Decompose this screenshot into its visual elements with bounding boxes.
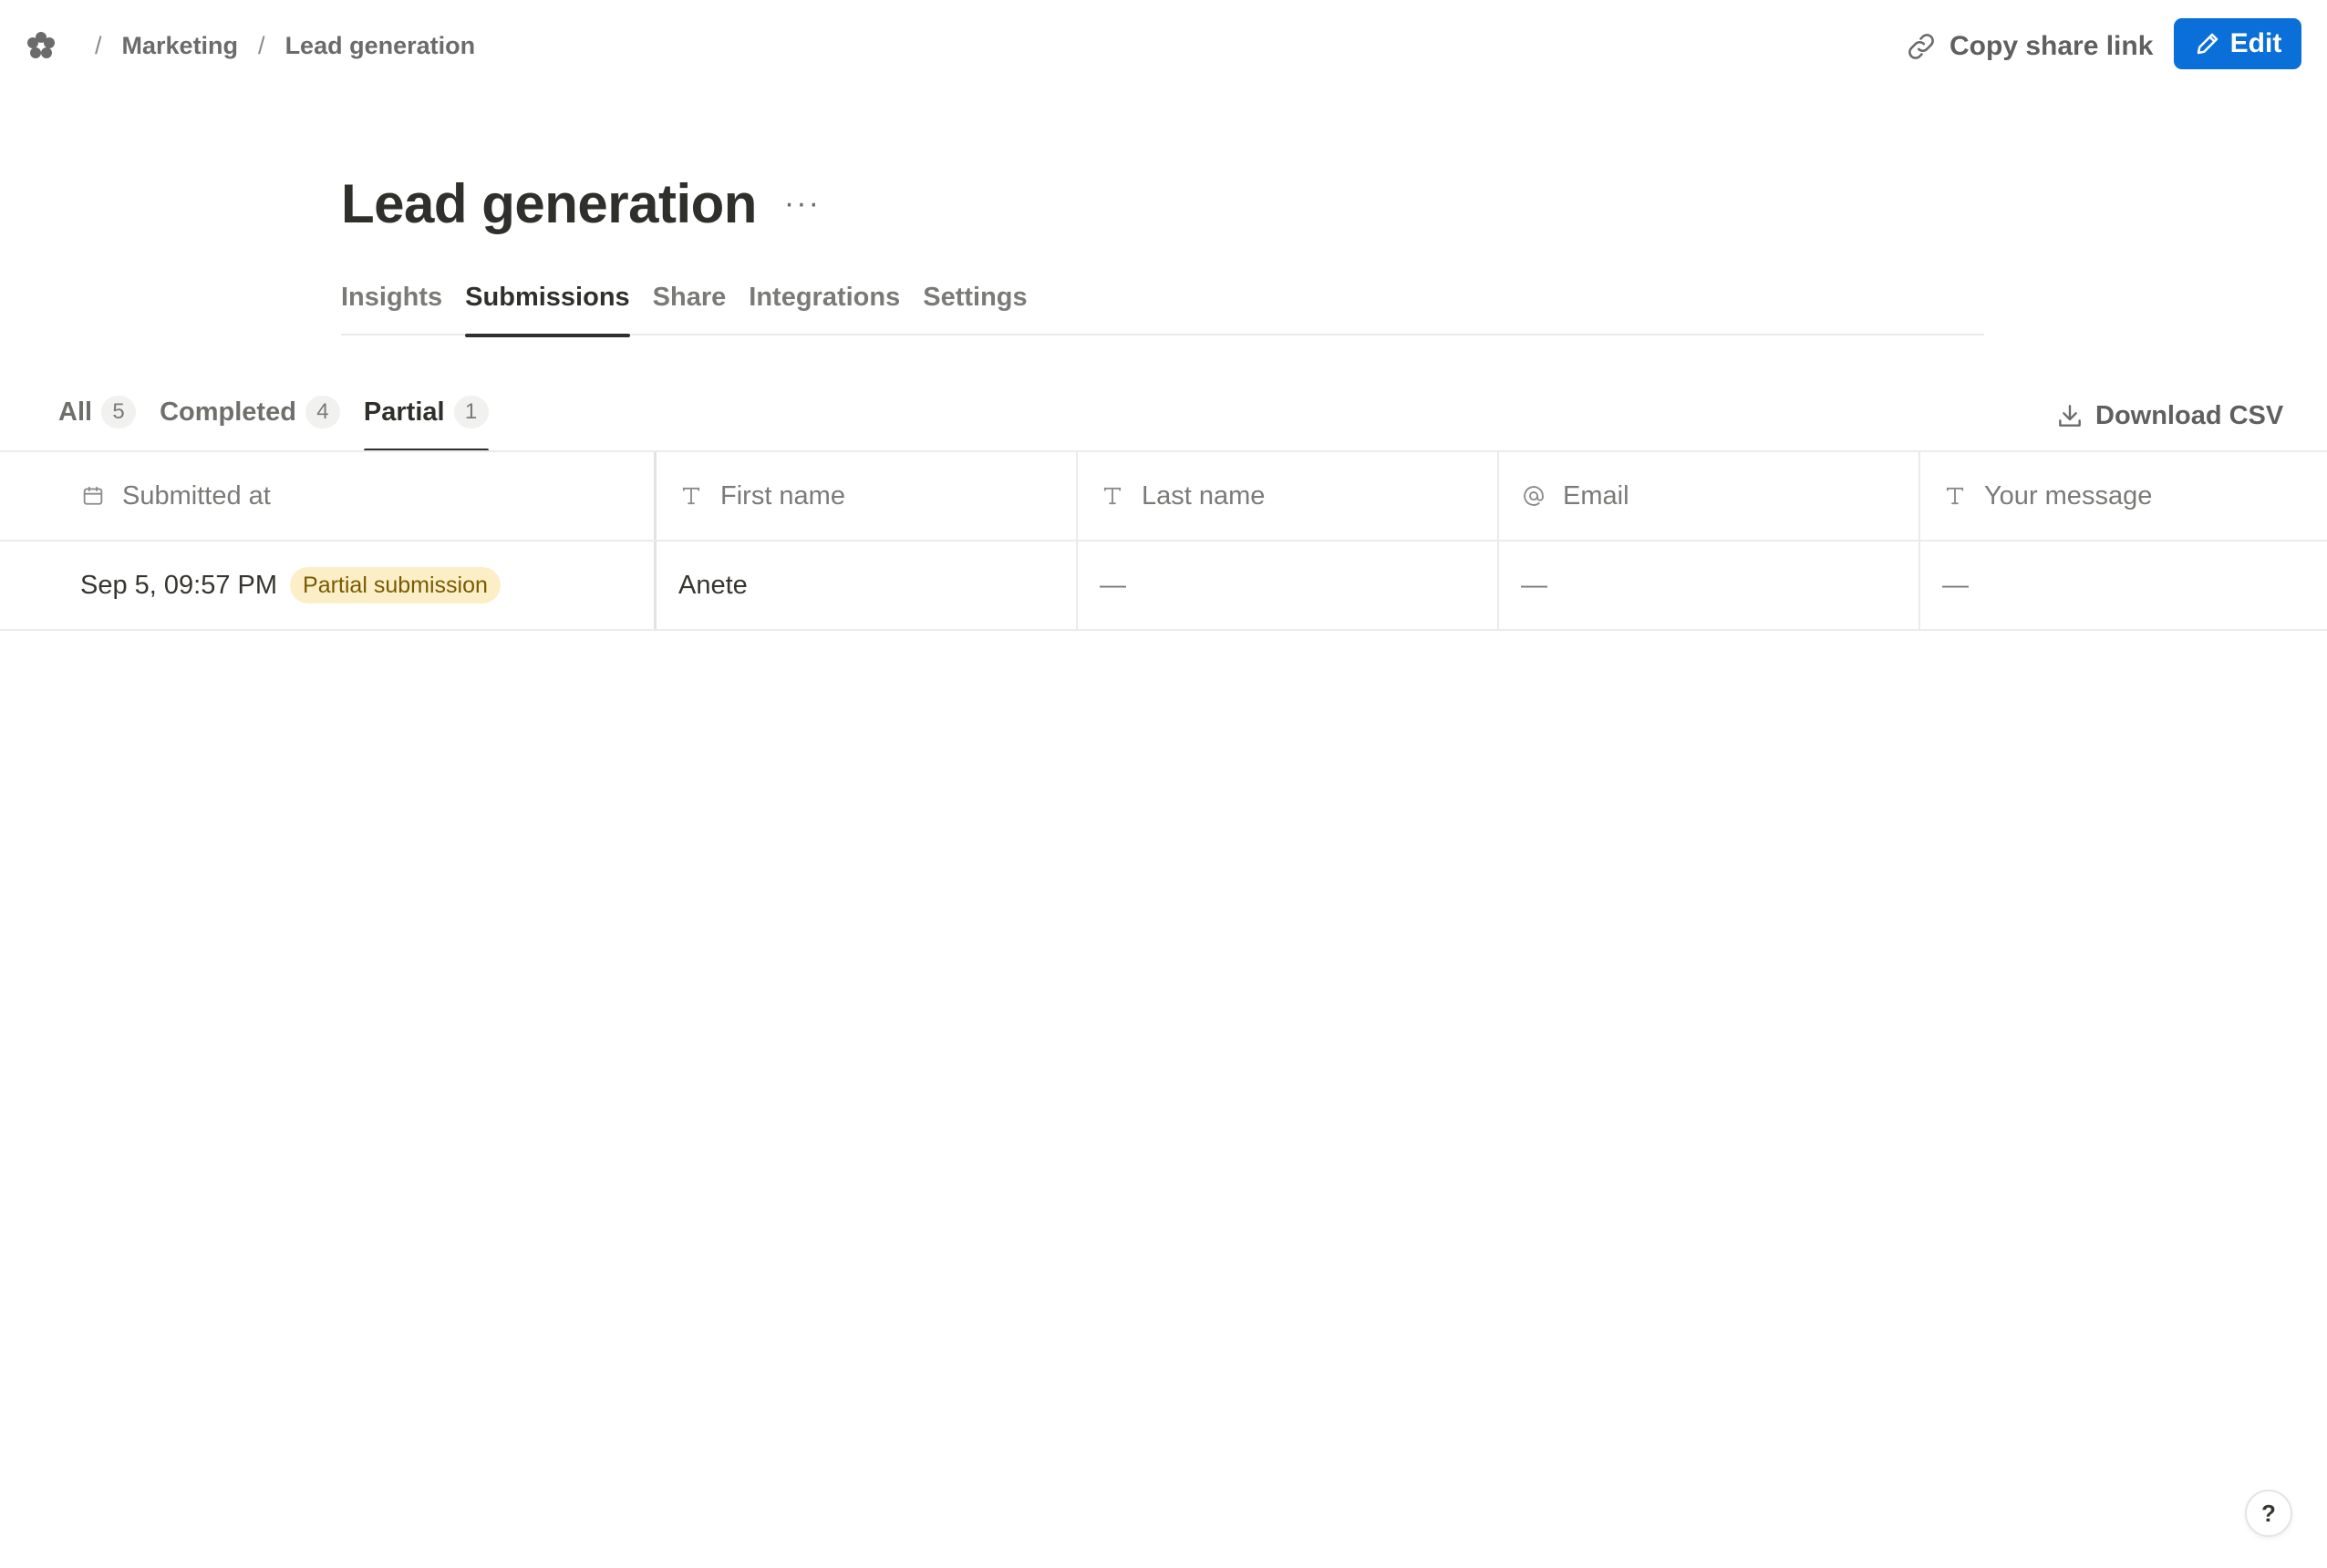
breadcrumb-lead-generation[interactable]: Lead generation: [285, 32, 476, 60]
count-badge: 5: [101, 396, 137, 428]
form-header: Lead generation ···: [341, 170, 821, 237]
edit-button[interactable]: Edit: [2174, 18, 2301, 69]
pencil-icon: [2197, 33, 2218, 55]
main-tabs: Insights Submissions Share Integrations …: [341, 273, 1984, 337]
column-header-label: Email: [1563, 480, 1629, 511]
page-title: Lead generation: [341, 172, 757, 234]
tab-share[interactable]: Share: [653, 273, 727, 335]
top-bar: / Marketing / Lead generation Copy share…: [0, 0, 2327, 89]
text-type-icon: [1946, 487, 1964, 505]
table-row[interactable]: Sep 5, 09:57 PM Partial submission Anete…: [0, 542, 2327, 631]
column-header-label: Your message: [1984, 480, 2153, 511]
download-csv-label: Download CSV: [2095, 400, 2284, 430]
breadcrumb: / Marketing / Lead generation: [26, 26, 475, 66]
first-name-value: Anete: [678, 570, 748, 600]
column-header-label: Last name: [1142, 480, 1266, 511]
cell-first-name[interactable]: Anete: [657, 542, 1078, 629]
filter-tab-label: All: [58, 397, 93, 427]
count-badge: 4: [305, 396, 340, 428]
link-icon: [1908, 34, 1934, 59]
copy-share-link-button[interactable]: Copy share link: [1906, 24, 2153, 69]
copy-share-link-label: Copy share link: [1950, 31, 2154, 61]
cell-submitted-at[interactable]: Sep 5, 09:57 PM Partial submission: [0, 542, 657, 629]
more-options-icon[interactable]: ···: [784, 186, 821, 222]
download-icon: [2059, 405, 2081, 427]
page: / Marketing / Lead generation Copy share…: [0, 0, 2327, 1568]
column-header-email[interactable]: Email: [1499, 452, 1920, 540]
cell-last-name[interactable]: —: [1078, 542, 1499, 629]
at-sign-icon: [1524, 486, 1544, 506]
cell-email[interactable]: —: [1499, 542, 1920, 629]
download-csv-button[interactable]: Download CSV: [2055, 396, 2283, 436]
column-header-submitted-at[interactable]: Submitted at: [0, 452, 657, 540]
edit-label: Edit: [2229, 28, 2282, 58]
breadcrumb-marketing[interactable]: Marketing: [122, 32, 239, 60]
partial-submission-badge: Partial submission: [290, 567, 501, 603]
count-badge: 1: [453, 396, 489, 428]
message-value: —: [1942, 570, 1969, 600]
tab-submissions[interactable]: Submissions: [465, 273, 630, 337]
last-name-value: —: [1100, 570, 1126, 600]
text-type-icon: [1103, 487, 1122, 505]
filter-tab-completed[interactable]: Completed 4: [160, 387, 340, 452]
calendar-icon: [83, 487, 103, 505]
column-header-label: Submitted at: [122, 480, 271, 511]
cell-your-message[interactable]: —: [1920, 542, 2327, 629]
submissions-table: Submitted at First name Last name Email …: [0, 450, 2327, 631]
filter-tab-all[interactable]: All 5: [58, 387, 137, 452]
column-header-first-name[interactable]: First name: [657, 452, 1078, 540]
flower-logo-icon[interactable]: [26, 30, 57, 61]
submission-filter-tabs: All 5 Completed 4 Partial 1: [58, 387, 512, 452]
breadcrumb-separator: /: [95, 31, 102, 59]
tab-settings[interactable]: Settings: [923, 273, 1027, 335]
tab-integrations[interactable]: Integrations: [749, 273, 900, 335]
text-type-icon: [682, 487, 700, 505]
filter-tab-label: Completed: [160, 397, 296, 427]
help-button[interactable]: ?: [2245, 1490, 2292, 1537]
email-value: —: [1521, 570, 1547, 600]
column-header-last-name[interactable]: Last name: [1078, 452, 1499, 540]
tab-insights[interactable]: Insights: [341, 273, 442, 335]
column-header-label: First name: [720, 480, 845, 511]
filter-tab-partial[interactable]: Partial 1: [363, 387, 489, 452]
submitted-at-value: Sep 5, 09:57 PM: [80, 570, 278, 600]
breadcrumb-separator: /: [258, 31, 265, 59]
table-header-row: Submitted at First name Last name Email …: [0, 452, 2327, 542]
column-header-your-message[interactable]: Your message: [1920, 452, 2327, 540]
filter-tab-label: Partial: [363, 397, 445, 427]
